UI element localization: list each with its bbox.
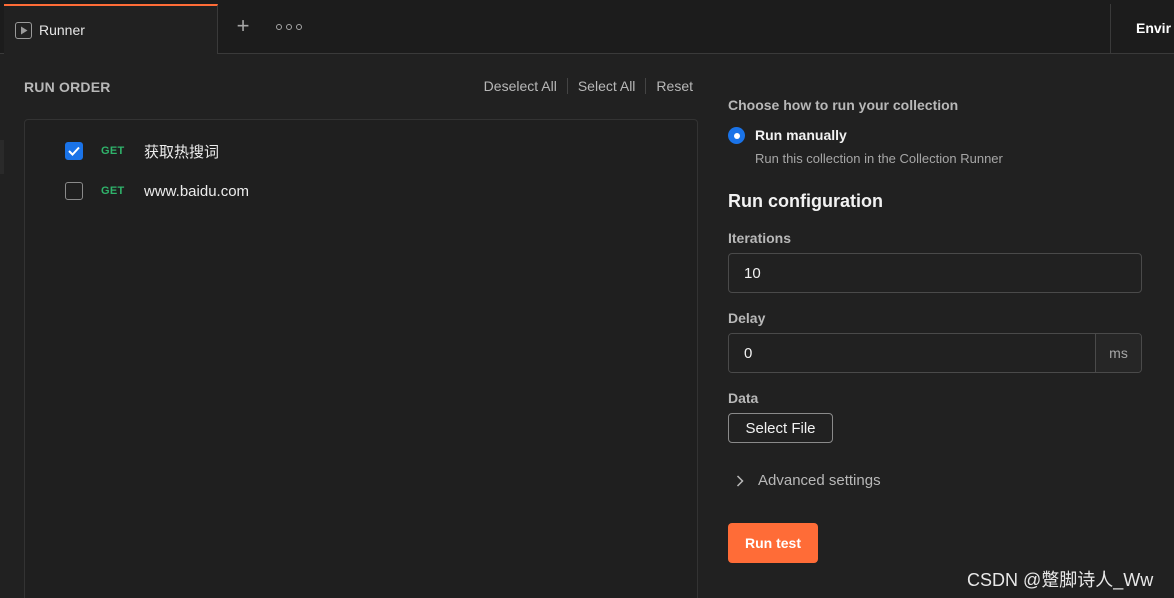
chevron-right-icon	[736, 474, 744, 487]
request-row[interactable]: GET www.baidu.com	[65, 181, 249, 201]
run-mode-title: Choose how to run your collection	[728, 97, 959, 113]
iterations-label: Iterations	[728, 230, 792, 246]
request-method: GET	[101, 145, 125, 157]
run-test-button[interactable]: Run test	[728, 523, 818, 563]
delay-label: Delay	[728, 310, 766, 326]
advanced-settings-toggle[interactable]: Advanced settings	[733, 472, 881, 489]
delay-input[interactable]	[729, 334, 1095, 372]
check-icon	[68, 146, 80, 156]
iterations-input[interactable]	[728, 253, 1142, 293]
request-checkbox[interactable]	[65, 182, 83, 200]
run-manually-radio[interactable]	[728, 127, 745, 144]
play-square-icon	[15, 21, 32, 39]
deselect-all-button[interactable]: Deselect All	[484, 78, 557, 94]
request-checkbox[interactable]	[65, 142, 83, 160]
request-name: www.baidu.com	[144, 182, 250, 200]
reset-button[interactable]: Reset	[656, 78, 693, 94]
left-edge-marker	[0, 140, 4, 174]
data-label: Data	[728, 390, 759, 406]
action-divider	[566, 78, 568, 94]
request-method: GET	[101, 185, 125, 197]
run-order-actions: Deselect All Select All Reset	[484, 78, 693, 94]
request-list: GET 获取热搜词 GET www.baidu.com	[24, 119, 698, 598]
watermark: CSDN @蹩脚诗人_Ww	[967, 570, 1154, 590]
action-divider	[645, 78, 647, 94]
request-name: 获取热搜词	[144, 143, 220, 161]
environment-selector[interactable]: Envir	[1136, 20, 1174, 36]
delay-field: ms	[728, 333, 1142, 373]
delay-unit: ms	[1095, 334, 1141, 372]
tab-runner-label: Runner	[39, 22, 85, 38]
select-file-button[interactable]: Select File	[728, 413, 833, 443]
request-row[interactable]: GET 获取热搜词	[65, 141, 219, 161]
more-horizontal-icon[interactable]	[276, 20, 302, 34]
advanced-settings-label: Advanced settings	[758, 472, 881, 489]
run-configuration-title: Run configuration	[728, 191, 883, 211]
select-all-button[interactable]: Select All	[578, 78, 636, 94]
tab-bar: Runner + Envir	[0, 0, 1174, 54]
run-manually-description: Run this collection in the Collection Ru…	[755, 151, 1003, 166]
run-manually-label[interactable]: Run manually	[755, 127, 847, 143]
tab-runner[interactable]: Runner	[4, 4, 218, 54]
plus-icon[interactable]: +	[232, 15, 254, 37]
run-order-title: RUN ORDER	[24, 79, 111, 95]
environment-divider	[1110, 4, 1111, 54]
